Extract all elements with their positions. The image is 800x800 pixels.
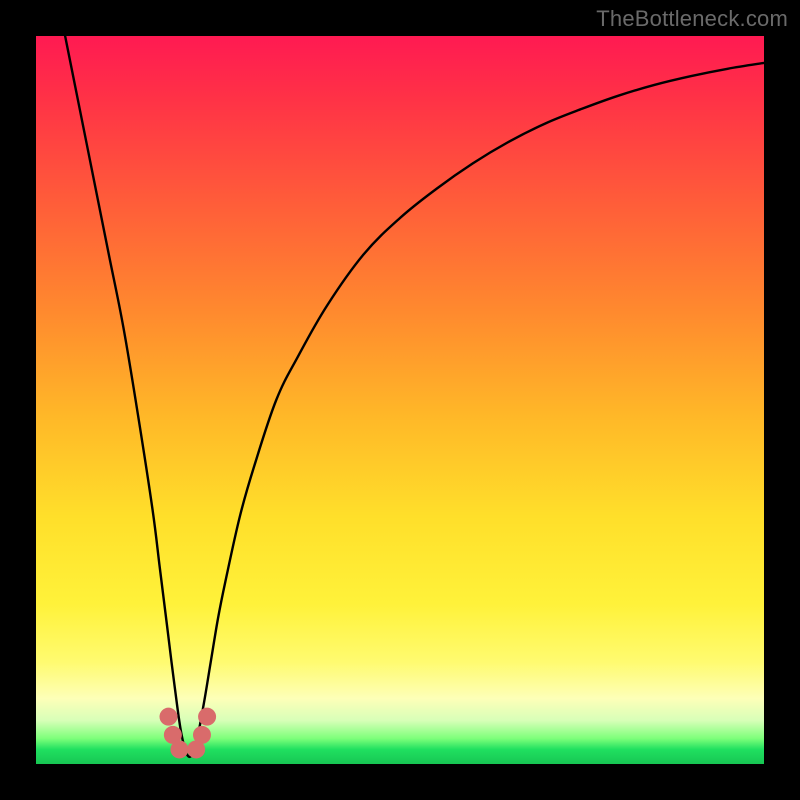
curve-layer (36, 36, 764, 764)
curve-marker (198, 708, 216, 726)
curve-markers (160, 708, 217, 759)
plot-area (36, 36, 764, 764)
curve-marker (160, 708, 178, 726)
curve-marker (193, 726, 211, 744)
curve-marker (170, 740, 188, 758)
watermark-text: TheBottleneck.com (596, 6, 788, 32)
bottleneck-curve (65, 36, 764, 757)
chart-frame: TheBottleneck.com (0, 0, 800, 800)
